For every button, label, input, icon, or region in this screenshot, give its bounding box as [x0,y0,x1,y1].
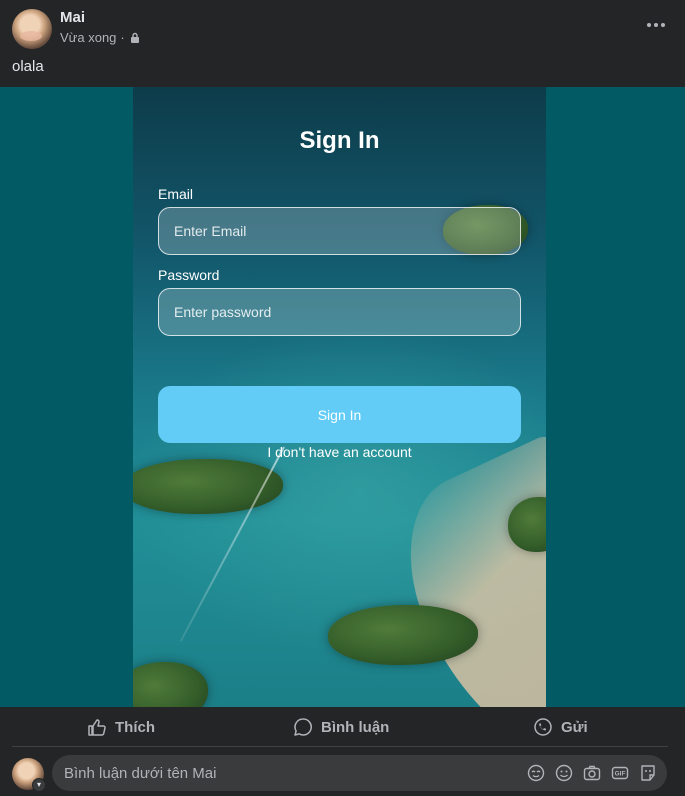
like-icon [88,719,106,736]
more-options-button[interactable] [641,12,671,38]
post-header: Mai Vừa xong · olala [0,0,685,87]
gif-icon[interactable]: GIF [610,764,629,783]
share-label: Gửi [561,718,588,736]
svg-text:GIF: GIF [614,771,625,778]
like-button[interactable]: Thích [87,707,155,747]
email-label: Email [158,186,194,202]
island-bottom [328,605,478,665]
post-timestamp[interactable]: Vừa xong [60,30,116,45]
avatar-sticker-icon[interactable] [638,764,657,783]
sticker-icon[interactable] [526,764,545,783]
comment-composer: ▾ GIF [0,752,685,796]
messenger-share-icon [534,718,552,736]
comment-icon [294,718,312,736]
password-field[interactable] [158,288,521,336]
lock-icon[interactable] [129,32,141,44]
signin-screenshot: Sign In Email Password Sign In I don't h… [133,87,546,707]
comment-box[interactable]: GIF [52,755,667,791]
author-avatar[interactable] [12,9,52,49]
camera-icon[interactable] [582,764,601,783]
emoji-icon[interactable] [554,764,573,783]
post-text: olala [12,58,44,75]
share-button[interactable]: Gửi [533,707,588,747]
like-label: Thích [115,718,155,736]
comment-label: Bình luận [321,718,390,736]
email-field[interactable] [158,207,521,255]
author-name[interactable]: Mai [60,9,85,26]
post-actions: Thích Bình luận Gửi [0,707,685,747]
no-account-link[interactable]: I don't have an account [133,444,546,460]
meta-separator: · [120,30,125,45]
signin-button[interactable]: Sign In [158,386,521,443]
post-meta: Vừa xong · [60,30,141,45]
comment-tools: GIF [526,764,657,783]
chevron-down-icon[interactable]: ▾ [32,778,46,792]
comment-button[interactable]: Bình luận [293,707,389,747]
post-media[interactable]: Sign In Email Password Sign In I don't h… [0,87,685,707]
signin-title: Sign In [299,127,380,154]
comment-input[interactable] [62,763,526,783]
more-horizontal-icon [647,23,651,27]
actions-divider [12,746,668,747]
password-label: Password [158,267,220,283]
